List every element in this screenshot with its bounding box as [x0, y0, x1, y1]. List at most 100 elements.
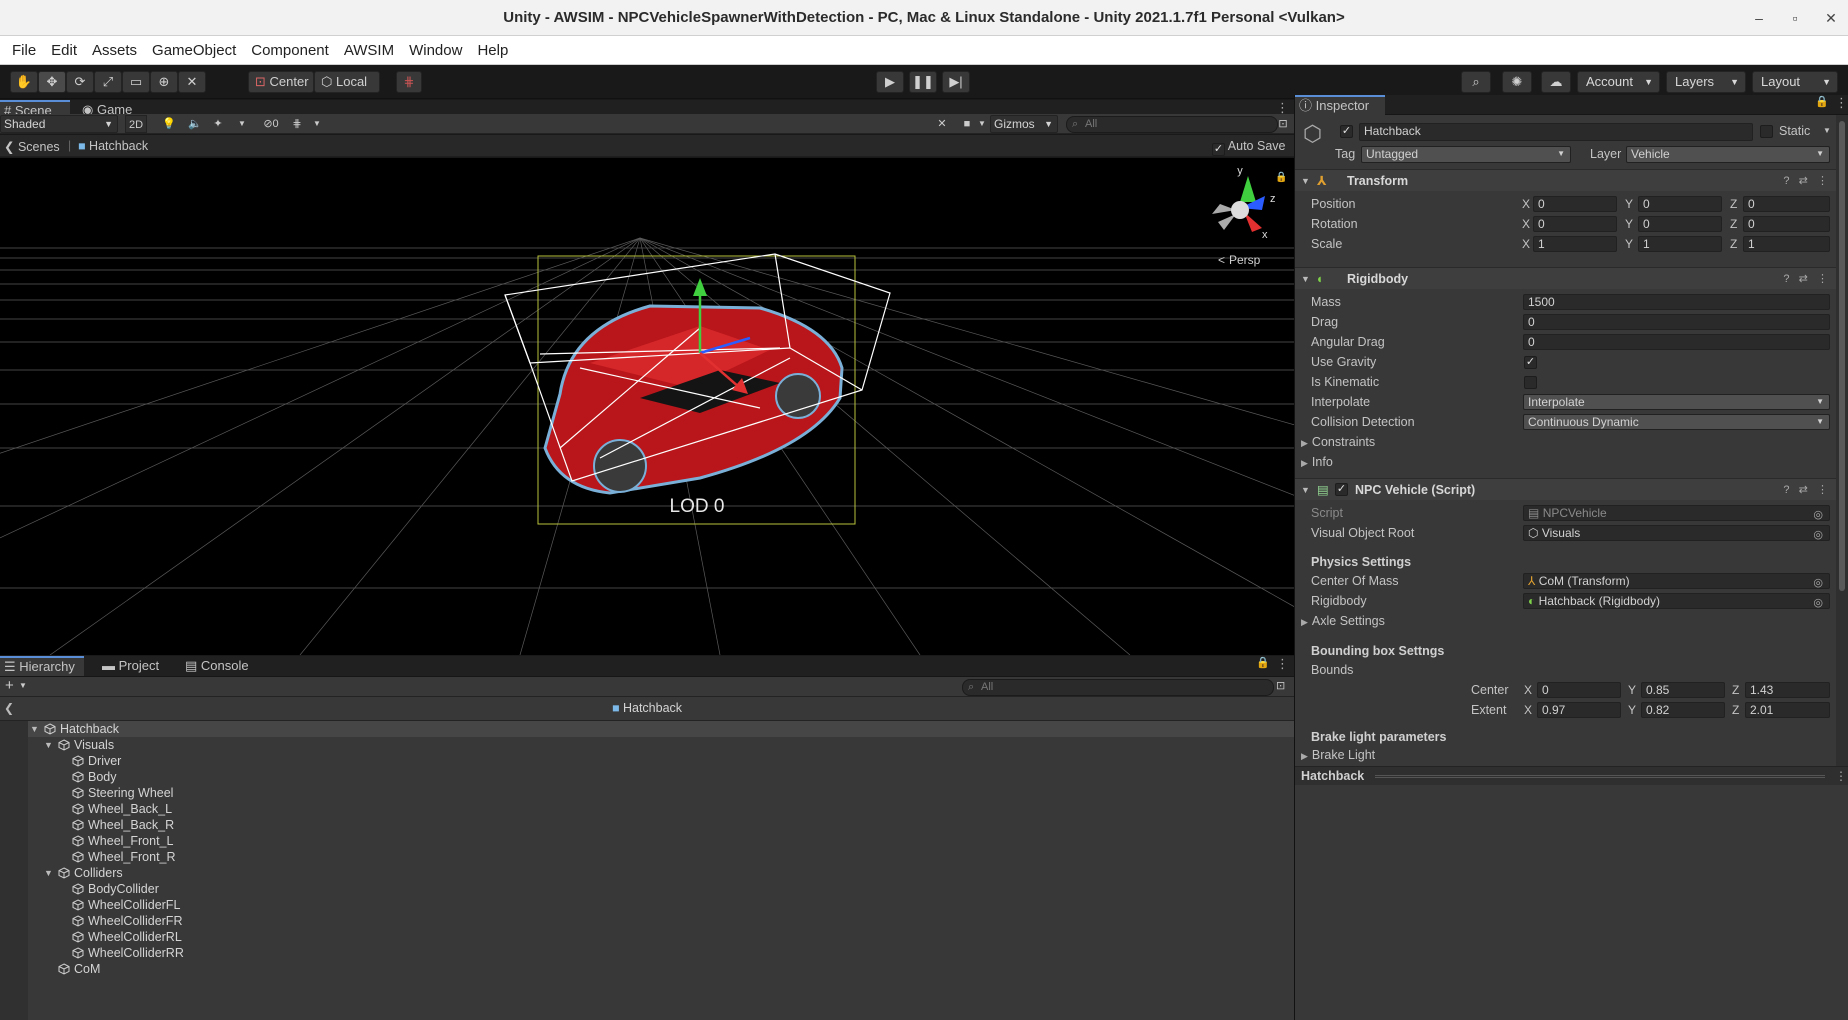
maximize-icon[interactable]: ▫ [1785, 8, 1805, 28]
tab-console[interactable]: ▤ Console [181, 656, 261, 676]
hierarchy-item[interactable]: Wheel_Front_R [28, 849, 1294, 865]
fold-arrow-icon[interactable]: ▼ [1301, 170, 1310, 192]
hierarchy-item[interactable]: Wheel_Back_R [28, 817, 1294, 833]
hierarchy-item[interactable]: ▼ Visuals [28, 737, 1294, 753]
tab-hierarchy[interactable]: ☰ Hierarchy [0, 656, 84, 676]
object-picker-icon[interactable]: ◎ [1813, 528, 1823, 540]
chevron-down-icon[interactable]: ▼ [976, 115, 988, 133]
chevron-down-icon[interactable]: ▼ [310, 115, 324, 133]
tab-project[interactable]: ▬ Project [98, 656, 168, 676]
hierarchy-item[interactable]: WheelColliderRR [28, 945, 1294, 961]
camera-icon[interactable]: ■ [958, 115, 976, 133]
angular-drag-field[interactable]: 0 [1523, 334, 1830, 350]
transform-header[interactable]: ▼ ⅄ Transform ? ⇄ ⋮ [1295, 169, 1836, 191]
expand-arrow-icon[interactable]: ▼ [30, 721, 39, 737]
pivot-local-button[interactable]: ⬡ Local [314, 71, 380, 93]
use-gravity-checkbox[interactable]: ✓ [1524, 356, 1537, 369]
menu-file[interactable]: File [6, 36, 45, 65]
layer-dropdown[interactable]: Vehicle ▼ [1626, 146, 1830, 163]
component-tools[interactable]: ? ⇄ ⋮ [1783, 170, 1828, 192]
lighting-icon[interactable]: 💡 [160, 115, 178, 133]
breadcrumb-hatchback[interactable]: ■ Hatchback [78, 139, 148, 153]
hierarchy-item[interactable]: Wheel_Back_L [28, 801, 1294, 817]
bounds-extent-z-field[interactable]: 2.01 [1745, 702, 1830, 718]
mass-field[interactable]: 1500 [1523, 294, 1830, 310]
position-y-field[interactable]: 0 [1638, 196, 1722, 212]
bounds-center-z-field[interactable]: 1.43 [1745, 682, 1830, 698]
hierarchy-item[interactable]: ▼ Hatchback [28, 721, 1294, 737]
menu-awsim[interactable]: AWSIM [338, 36, 403, 65]
expand-arrow-icon[interactable]: ▼ [44, 865, 53, 881]
account-dropdown[interactable]: Account ▼ [1577, 71, 1660, 93]
interpolate-dropdown[interactable]: Interpolate ▼ [1523, 394, 1830, 410]
rigidbody-header[interactable]: ▼ ◐ Rigidbody ? ⇄ ⋮ [1295, 267, 1836, 289]
hierarchy-item[interactable]: BodyCollider [28, 881, 1294, 897]
auto-save-toggle[interactable]: ✓ Auto Save [1212, 139, 1285, 156]
tab-inspector[interactable]: ⓘ Inspector [1295, 95, 1385, 115]
menu-component[interactable]: Component [245, 36, 338, 65]
hierarchy-item[interactable]: Driver [28, 753, 1294, 769]
preview-drag-handle[interactable] [1375, 775, 1825, 778]
tag-dropdown[interactable]: Untagged ▼ [1361, 146, 1571, 163]
brake-light-row[interactable]: ▶ Brake Light [1295, 746, 1836, 764]
hierarchy-item[interactable]: Body [28, 769, 1294, 785]
bounds-extent-y-field[interactable]: 0.82 [1641, 702, 1725, 718]
cloud-icon[interactable]: ☁ [1541, 71, 1571, 93]
constraints-foldout[interactable]: ▶ Constraints [1301, 433, 1375, 452]
info-foldout[interactable]: ▶ Info [1301, 453, 1333, 472]
static-checkbox[interactable] [1760, 125, 1773, 138]
lock-icon[interactable]: 🔒 [1256, 656, 1270, 669]
scene-search-input[interactable]: ⌕ All [1066, 116, 1278, 133]
audio-icon[interactable]: 🔈 [186, 115, 204, 133]
shading-mode-dropdown[interactable]: Shaded ▼ [0, 115, 118, 133]
hidden-objects-button[interactable]: ⊘0 [256, 115, 286, 133]
menu-edit[interactable]: Edit [45, 36, 86, 65]
hierarchy-search-input[interactable]: ⌕ All [962, 679, 1274, 696]
drag-field[interactable]: 0 [1523, 314, 1830, 330]
is-kinematic-checkbox[interactable] [1524, 376, 1537, 389]
kebab-menu-icon[interactable]: ⋮ [1835, 95, 1848, 111]
npc-vehicle-enabled-checkbox[interactable]: ✓ [1335, 483, 1348, 496]
step-icon[interactable]: ▶| [942, 71, 970, 93]
add-icon[interactable]: + [5, 677, 14, 694]
2d-toggle-button[interactable]: 2D [125, 115, 147, 133]
rotate-tool-icon[interactable]: ⟳ [66, 71, 94, 93]
collision-dropdown[interactable]: Continuous Dynamic ▼ [1523, 414, 1830, 430]
expand-arrow-icon[interactable]: ▼ [44, 737, 53, 753]
layers-dropdown[interactable]: Layers ▼ [1666, 71, 1746, 93]
fold-arrow-icon[interactable]: ▼ [1301, 268, 1310, 290]
lock-icon[interactable]: 🔒 [1815, 95, 1829, 108]
component-tools[interactable]: ? ⇄ ⋮ [1783, 479, 1828, 501]
brake-light-foldout[interactable]: ▶ Brake Light [1301, 746, 1375, 765]
kebab-menu-icon[interactable]: ⋮ [1276, 656, 1289, 672]
position-z-field[interactable]: 0 [1743, 196, 1830, 212]
transform-tool-icon[interactable]: ⊕ [150, 71, 178, 93]
chevron-down-icon[interactable]: ▼ [235, 115, 249, 133]
bounds-center-y-field[interactable]: 0.85 [1641, 682, 1725, 698]
component-tools[interactable]: ? ⇄ ⋮ [1783, 268, 1828, 290]
object-name-field[interactable]: Hatchback [1359, 123, 1753, 141]
layout-dropdown[interactable]: Layout ▼ [1752, 71, 1838, 93]
scale-z-field[interactable]: 1 [1743, 236, 1830, 252]
close-icon[interactable]: ✕ [1821, 8, 1841, 28]
object-picker-icon[interactable]: ◎ [1813, 596, 1823, 608]
rotation-z-field[interactable]: 0 [1743, 216, 1830, 232]
position-x-field[interactable]: 0 [1533, 196, 1617, 212]
menu-help[interactable]: Help [471, 36, 517, 65]
fold-arrow-icon[interactable]: ▼ [1301, 479, 1310, 501]
chevron-down-icon[interactable]: ▼ [1823, 126, 1831, 135]
rotation-x-field[interactable]: 0 [1533, 216, 1617, 232]
auto-save-checkbox[interactable]: ✓ [1212, 143, 1225, 156]
grid-icon[interactable]: ⋕ [288, 115, 306, 133]
custom-tool-icon[interactable]: ✕ [178, 71, 206, 93]
search-icon[interactable]: ⌕ [1461, 71, 1491, 93]
pause-icon[interactable]: ❚❚ [909, 71, 937, 93]
info-row[interactable]: ▶ Info [1295, 453, 1836, 471]
axle-settings-foldout[interactable]: ▶ Axle Settings [1301, 612, 1385, 631]
active-checkbox[interactable]: ✓ [1340, 125, 1353, 138]
lock-icon[interactable]: 🔒 [1275, 171, 1287, 183]
scene-viewport[interactable]: LOD 0 y z x 🔒 < Persp [0, 158, 1294, 655]
npc-vehicle-header[interactable]: ▼ ▤ ✓ NPC Vehicle (Script) ? ⇄ ⋮ [1295, 478, 1836, 500]
hierarchy-item[interactable]: WheelColliderFR [28, 913, 1294, 929]
visual-root-field[interactable]: ⬡ Visuals ◎ [1523, 525, 1830, 541]
